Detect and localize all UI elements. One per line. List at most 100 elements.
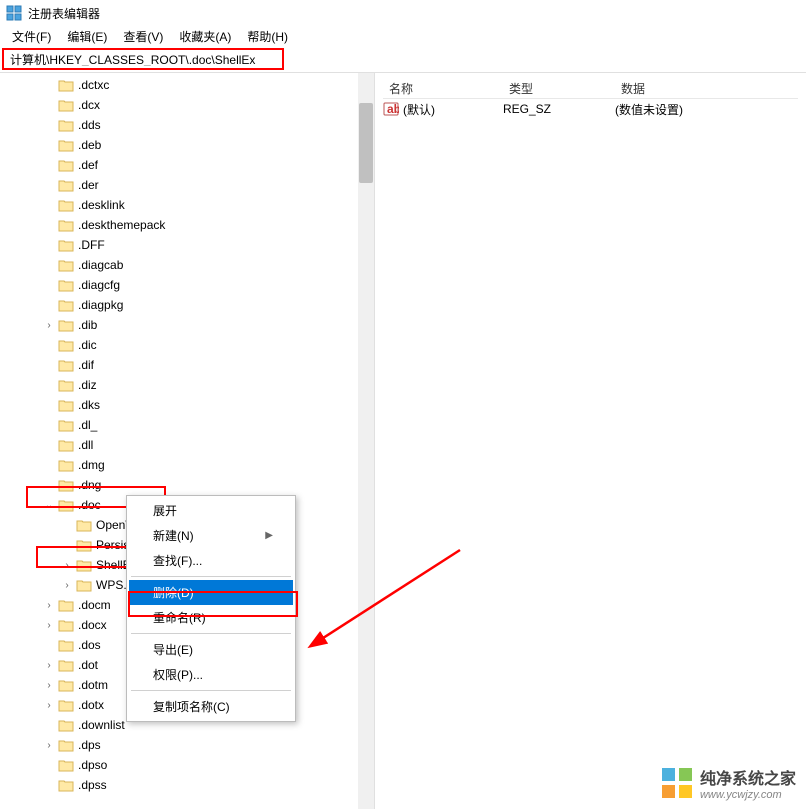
tree-node[interactable]: ›.deb	[0, 135, 374, 155]
tree-node-label: .dcx	[78, 98, 100, 112]
folder-icon	[58, 178, 74, 192]
tree-node[interactable]: ›.deskthemepack	[0, 215, 374, 235]
tree-node[interactable]: ›.dcx	[0, 95, 374, 115]
tree-node[interactable]: ›.der	[0, 175, 374, 195]
tree-node[interactable]: ›.dic	[0, 335, 374, 355]
watermark-url: www.ycwjzy.com	[700, 789, 796, 801]
value-data: (数值未设置)	[615, 101, 798, 118]
folder-icon	[58, 678, 74, 692]
folder-icon	[58, 298, 74, 312]
values-panel: 名称 类型 数据 ab (默认) REG_SZ (数值未设置)	[375, 73, 806, 809]
folder-icon	[58, 498, 74, 512]
expand-icon[interactable]: ›	[60, 578, 74, 592]
folder-icon	[58, 658, 74, 672]
tree-node-label: .docm	[78, 598, 111, 612]
tree-node-label: .dic	[78, 338, 97, 352]
tree-node[interactable]: ›.dks	[0, 395, 374, 415]
folder-icon	[58, 418, 74, 432]
context-menu-item[interactable]: 展开	[129, 498, 293, 523]
tree-node[interactable]: ›.diagcab	[0, 255, 374, 275]
menu-help[interactable]: 帮助(H)	[239, 26, 296, 47]
tree-node-label: .dos	[78, 638, 101, 652]
expand-icon[interactable]: ›	[42, 698, 56, 712]
folder-icon	[58, 378, 74, 392]
folder-icon	[58, 398, 74, 412]
tree-scroll-thumb[interactable]	[359, 103, 373, 183]
expand-icon[interactable]: ›	[42, 318, 56, 332]
tree-node[interactable]: ›.diz	[0, 375, 374, 395]
tree-node[interactable]: ›.dmg	[0, 455, 374, 475]
tree-node[interactable]: ›.DFF	[0, 235, 374, 255]
context-menu-label: 删除(D)	[153, 584, 194, 601]
col-header-data[interactable]: 数据	[615, 77, 798, 98]
folder-icon	[58, 338, 74, 352]
context-menu-item[interactable]: 新建(N)▶	[129, 523, 293, 548]
expand-icon[interactable]: ›	[60, 558, 74, 572]
values-header[interactable]: 名称 类型 数据	[383, 77, 798, 99]
tree-node[interactable]: ›.def	[0, 155, 374, 175]
tree-node-label: .dng	[78, 478, 101, 492]
context-menu-item[interactable]: 复制项名称(C)	[129, 694, 293, 719]
tree-node[interactable]: ›.diagcfg	[0, 275, 374, 295]
main-area: ›.dctxc›.dcx›.dds›.deb›.def›.der›.deskli…	[0, 72, 806, 809]
col-header-type[interactable]: 类型	[503, 77, 615, 98]
folder-icon	[58, 198, 74, 212]
menu-favorites[interactable]: 收藏夹(A)	[171, 26, 239, 47]
tree-node-label: .doc	[78, 498, 101, 512]
context-menu[interactable]: 展开新建(N)▶查找(F)... 删除(D) 重命名(R) 导出(E) 权限(P)...…	[126, 495, 296, 722]
tree-node[interactable]: ›.dds	[0, 115, 374, 135]
value-row[interactable]: ab (默认) REG_SZ (数值未设置)	[383, 99, 798, 119]
watermark-logo-icon	[660, 766, 694, 800]
tree-node[interactable]: ›.dll	[0, 435, 374, 455]
tree-node[interactable]: ›.dng	[0, 475, 374, 495]
folder-icon	[76, 538, 92, 552]
value-name: (默认)	[403, 101, 503, 118]
tree-node-label: .dctxc	[78, 78, 109, 92]
tree-node[interactable]: ›.dl_	[0, 415, 374, 435]
tree-node-label: .dds	[78, 118, 101, 132]
context-menu-item[interactable]: 删除(D)	[129, 580, 293, 605]
tree-node[interactable]: ›.dpss	[0, 775, 374, 795]
tree-node[interactable]: ›.desklink	[0, 195, 374, 215]
menu-edit[interactable]: 编辑(E)	[59, 26, 115, 47]
folder-icon	[58, 478, 74, 492]
tree-node-label: .dotx	[78, 698, 104, 712]
col-header-name[interactable]: 名称	[383, 77, 503, 98]
context-menu-separator	[131, 633, 291, 634]
folder-icon	[58, 98, 74, 112]
context-menu-label: 导出(E)	[153, 641, 193, 658]
tree-node[interactable]: ›.diagpkg	[0, 295, 374, 315]
menu-view[interactable]: 查看(V)	[115, 26, 171, 47]
tree-node[interactable]: ›.dctxc	[0, 75, 374, 95]
tree-node[interactable]: ›.dib	[0, 315, 374, 335]
tree-node-label: .deskthemepack	[78, 218, 165, 232]
titlebar: 注册表编辑器	[0, 0, 806, 26]
context-menu-item[interactable]: 导出(E)	[129, 637, 293, 662]
context-menu-item[interactable]: 查找(F)...	[129, 548, 293, 573]
value-type: REG_SZ	[503, 102, 615, 116]
expand-icon[interactable]: ›	[42, 678, 56, 692]
folder-icon	[58, 638, 74, 652]
expand-icon[interactable]: ›	[42, 598, 56, 612]
tree-node[interactable]: ›.dps	[0, 735, 374, 755]
tree-node-label: .downlist	[78, 718, 125, 732]
tree-node-label: .dmg	[78, 458, 105, 472]
expand-icon[interactable]: ›	[42, 658, 56, 672]
context-menu-label: 权限(P)...	[153, 666, 203, 683]
tree-node-label: .dll	[78, 438, 93, 452]
collapse-icon[interactable]: ⌄	[42, 498, 56, 512]
context-menu-item[interactable]: 重命名(R)	[129, 605, 293, 630]
folder-icon	[58, 758, 74, 772]
menu-file[interactable]: 文件(F)	[4, 26, 59, 47]
tree-scrollbar[interactable]	[358, 73, 374, 809]
tree-node[interactable]: ›.dpso	[0, 755, 374, 775]
expand-icon[interactable]: ›	[42, 738, 56, 752]
context-menu-item[interactable]: 权限(P)...	[129, 662, 293, 687]
folder-icon	[58, 78, 74, 92]
folder-icon	[58, 778, 74, 792]
addressbar-input[interactable]	[10, 52, 276, 66]
expand-icon[interactable]: ›	[42, 618, 56, 632]
context-menu-separator	[131, 690, 291, 691]
tree-node[interactable]: ›.dif	[0, 355, 374, 375]
folder-icon	[58, 738, 74, 752]
